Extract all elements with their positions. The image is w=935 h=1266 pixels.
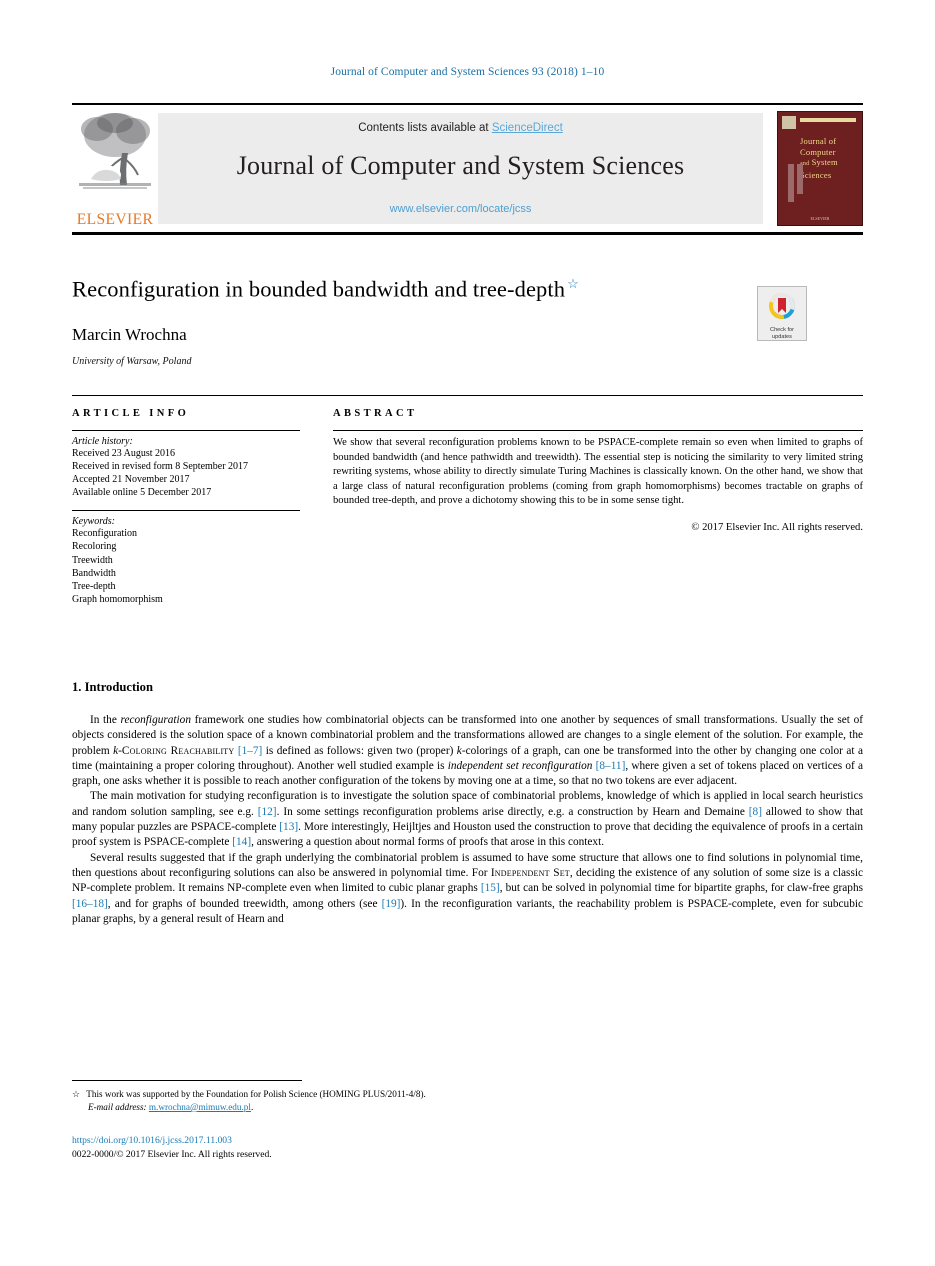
cover-footer-text: ELSEVIER [810,216,830,221]
title-block: Reconfiguration in bounded bandwidth and… [72,276,863,367]
citation-ref: [14] [232,836,252,849]
footnote-email-row: E-mail address: m.wrochna@mimuw.edu.pl. [72,1101,672,1114]
email-address-label: E-mail address: [88,1102,147,1112]
footer-block: https://doi.org/10.1016/j.jcss.2017.11.0… [72,1134,272,1161]
abstract-column: ABSTRACT We show that several reconfigur… [333,408,863,533]
crossmark-icon [769,293,795,319]
masthead-bottom-rule [72,232,863,235]
history-item: Received in revised form 8 September 201… [72,461,249,473]
elsevier-wordmark: ELSEVIER [76,211,154,228]
issn-copyright-line: 0022-0000/© 2017 Elsevier Inc. All right… [72,1148,272,1160]
crossmark-line-1: Check for [770,327,794,333]
citation-ref: [12] [257,805,277,818]
title-footnote-marker[interactable]: ☆ [567,276,579,291]
journal-masthead: ELSEVIER Contents lists available at Sci… [72,103,863,232]
citation-ref: [8–11] [595,759,626,772]
history-item: Available online 5 December 2017 [72,487,212,499]
crossmark-badge[interactable]: Check for updates [757,286,807,341]
crossmark-line-2: updates [772,334,792,340]
footnote-star-marker: ☆ [72,1089,81,1099]
introduction-body: In the reconfiguration framework one stu… [72,713,863,927]
elsevier-logo: ELSEVIER [72,107,158,232]
contents-available-line: Contents lists available at ScienceDirec… [158,113,763,134]
abstract-rule [333,430,863,431]
author-name: Marcin Wrochna [72,324,187,344]
running-head: Journal of Computer and System Sciences … [330,66,605,78]
footnote-funding-text: This work was supported by the Foundatio… [86,1089,426,1099]
abstract-heading: ABSTRACT [333,408,418,419]
paragraph: The main motivation for studying reconfi… [72,790,863,849]
crossmark-label: Check for updates [758,327,806,341]
doi-link[interactable]: https://doi.org/10.1016/j.jcss.2017.11.0… [72,1134,272,1148]
section-heading-introduction: 1. Introduction [72,680,153,694]
keyword-item: Tree-depth [72,580,116,592]
citation-ref: [13] [279,821,299,834]
keywords-label: Keywords: [72,516,115,528]
abstract-text: We show that several reconfiguration pro… [333,437,863,507]
abstract-copyright: © 2017 Elsevier Inc. All rights reserved… [691,521,863,533]
history-item: Accepted 21 November 2017 [72,474,190,486]
keyword-item: Recoloring [72,541,117,553]
citation-ref: [16–18] [72,897,108,910]
article-info-rule [72,430,300,431]
article-info-column: ARTICLE INFO Article history: Received 2… [72,408,300,606]
journal-cover-thumbnail[interactable]: Journal of Computer and System Sciences … [777,111,863,226]
citation-ref: [1–7] [237,744,263,757]
cover-top-rule [800,118,856,122]
keyword-item: Treewidth [72,554,113,566]
paragraph: In the reconfiguration framework one stu… [72,714,863,788]
article-title-text: Reconfiguration in bounded bandwidth and… [72,276,566,302]
contents-prefix: Contents lists available at [358,122,492,134]
cover-bars-graphic [788,164,810,202]
keyword-item: Reconfiguration [72,528,137,540]
contents-banner: Contents lists available at ScienceDirec… [158,113,763,224]
citation-ref: [19] [381,897,401,910]
email-period: . [250,1102,254,1112]
cover-line-2: Computer [800,146,836,157]
cover-line-1: Journal of [800,136,837,146]
author-email-link[interactable]: m.wrochna@mimuw.edu.pl [149,1102,251,1112]
cover-mini-icon [782,116,796,129]
paper-page: Journal of Computer and System Sciences … [0,0,935,1266]
keyword-item: Bandwidth [72,567,116,579]
info-section-top-rule [72,395,863,396]
keyword-item: Graph homomorphism [72,593,163,605]
article-history-label: Article history: [72,436,133,447]
journal-title: Journal of Computer and System Sciences [236,151,685,180]
footnotes-block: ☆ This work was supported by the Foundati… [72,1088,672,1114]
elsevier-tree-icon [79,113,151,189]
citation-ref: [15] [480,882,500,895]
paragraph: Several results suggested that if the gr… [72,851,863,925]
author-affiliation: University of Warsaw, Poland [72,355,192,367]
history-item: Received 23 August 2016 [72,448,176,459]
article-info-heading: ARTICLE INFO [72,408,190,419]
keywords-rule [72,510,300,512]
journal-homepage-link[interactable]: www.elsevier.com/locate/jcss [158,203,763,215]
page-title: Reconfiguration in bounded bandwidth and… [72,276,863,303]
cover-line-3: System [811,157,838,167]
footnote-funding-row: ☆ This work was supported by the Foundati… [72,1088,672,1101]
sciencedirect-link[interactable]: ScienceDirect [492,122,563,134]
citation-ref: [8] [748,805,762,818]
footnote-rule [72,1080,302,1081]
